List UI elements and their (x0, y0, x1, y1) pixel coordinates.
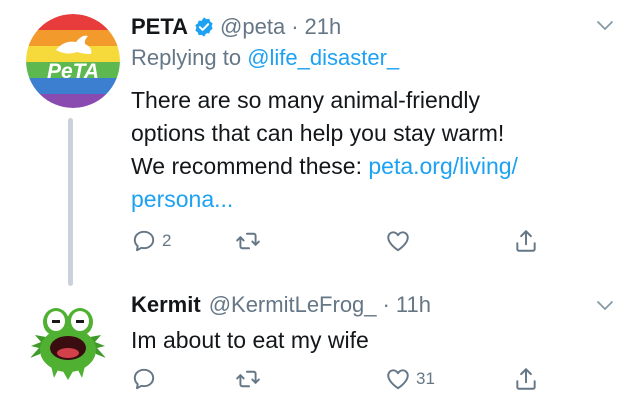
chevron-down-icon[interactable] (596, 20, 614, 32)
reply-count: 2 (162, 231, 172, 250)
share-icon (516, 230, 536, 252)
tweet-header: PETA @peta · 21h (131, 14, 341, 40)
author-name[interactable]: Kermit (131, 292, 201, 318)
like-icon (387, 231, 409, 252)
tweet-text: There are so many animal-friendly option… (131, 84, 611, 216)
retweet-button[interactable] (235, 228, 266, 254)
tweet-actions: 2 (131, 228, 551, 258)
share-button[interactable] (513, 228, 539, 254)
share-icon (516, 368, 536, 390)
timestamp[interactable]: 11h (396, 292, 431, 318)
tweet-link-continued[interactable]: persona... (131, 186, 233, 212)
peta-logo: PeTA (26, 14, 120, 108)
tweet-peta[interactable]: PeTA PETA @peta · 21h Replying to @life_… (0, 0, 640, 286)
separator: · (382, 292, 390, 317)
kermit-avatar-image (26, 296, 110, 380)
tweet-text-kermit: Im about to eat my wife (131, 327, 369, 353)
chevron-down-icon[interactable] (596, 300, 614, 312)
tweet-actions-kermit: 31 (131, 366, 551, 396)
tweet-link[interactable]: peta.org/living/ (368, 153, 518, 179)
thread-line (68, 118, 73, 286)
tweet-text-line-2: options that can help you stay warm! (131, 120, 505, 146)
avatar-text: PeTA (47, 60, 99, 83)
reply-button[interactable] (131, 366, 162, 392)
like-button[interactable]: 31 (385, 366, 435, 392)
retweet-button[interactable] (235, 366, 266, 392)
replying-to: Replying to @life_disaster_ (131, 45, 399, 71)
like-button[interactable] (385, 228, 416, 254)
author-name[interactable]: PETA (131, 14, 188, 40)
replying-mention[interactable]: @life_disaster_ (247, 45, 399, 70)
tweet-text-line-1: There are so many animal-friendly (131, 87, 480, 113)
avatar-kermit[interactable] (26, 296, 110, 380)
retweet-icon (236, 232, 260, 250)
author-handle[interactable]: @KermitLeFrog_ (209, 292, 377, 318)
tweet-text-line-3: We recommend these: (131, 153, 369, 179)
replying-prefix: Replying to (131, 45, 242, 70)
reply-button[interactable]: 2 (131, 228, 171, 254)
reply-icon (133, 230, 155, 252)
timestamp[interactable]: 21h (305, 14, 342, 40)
verified-icon (195, 17, 213, 37)
tweet-header-kermit: Kermit @KermitLeFrog_ · 11h (131, 292, 431, 318)
avatar-peta[interactable]: PeTA (26, 14, 120, 108)
share-button[interactable] (513, 366, 539, 392)
separator: · (291, 14, 299, 39)
like-count: 31 (416, 369, 435, 388)
reply-icon (133, 368, 155, 390)
like-icon (387, 369, 409, 390)
author-handle[interactable]: @peta (220, 14, 285, 40)
retweet-icon (236, 370, 260, 388)
